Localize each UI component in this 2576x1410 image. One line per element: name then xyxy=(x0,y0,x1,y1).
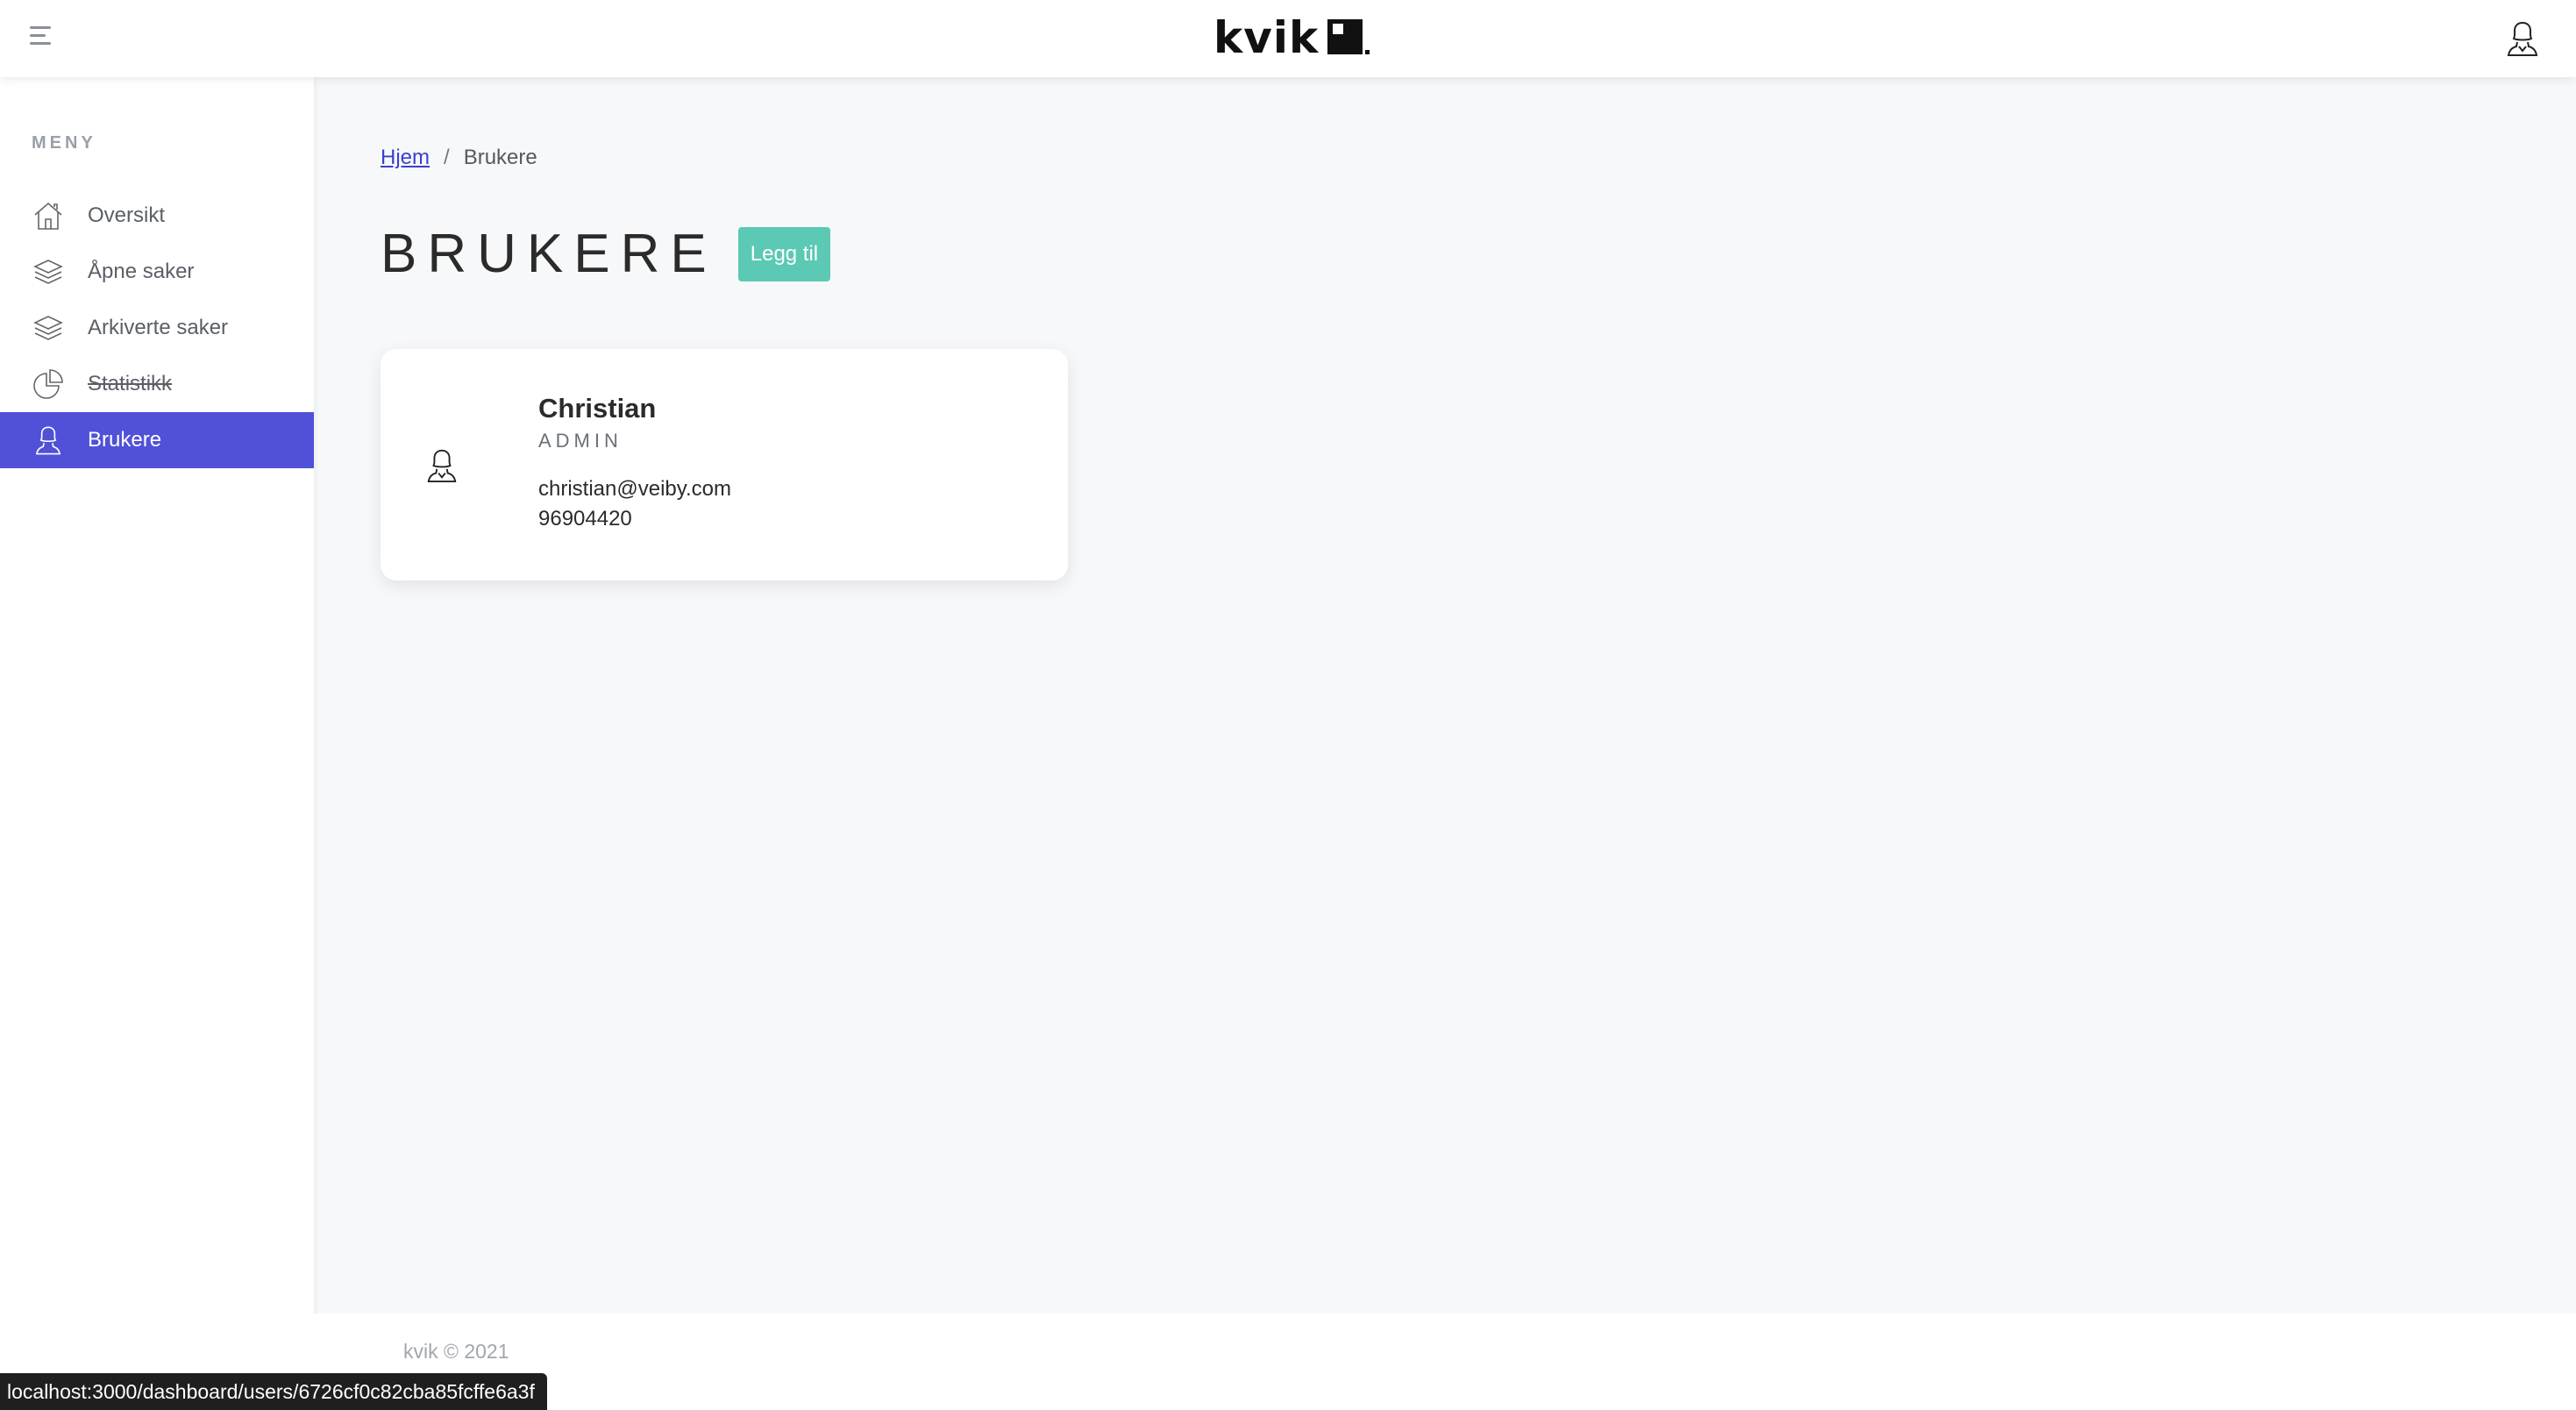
layers-icon xyxy=(32,311,65,345)
user-icon xyxy=(32,424,65,457)
sidebar-item-label: Åpne saker xyxy=(88,260,195,283)
logo-mark-icon xyxy=(1327,19,1363,54)
home-icon xyxy=(32,199,65,232)
page-title: BRUKERE xyxy=(381,224,717,284)
add-user-button[interactable]: Legg til xyxy=(737,226,831,281)
sidebar-item-oversikt[interactable]: Oversikt xyxy=(0,188,314,244)
logo-text: kvik xyxy=(1213,12,1320,63)
menu-heading: MENY xyxy=(32,133,96,153)
user-card[interactable]: Christian ADMIN christian@veiby.com 9690… xyxy=(381,349,1068,580)
hamburger-menu-icon[interactable] xyxy=(30,26,54,49)
logo-dot xyxy=(1365,50,1370,54)
user-avatar-icon xyxy=(424,447,459,484)
kvik-logo[interactable]: kvik xyxy=(1213,14,1370,61)
breadcrumb-current: Brukere xyxy=(463,146,537,169)
sidebar-item-statistikk[interactable]: Statistikk xyxy=(0,356,314,412)
status-bar-url: localhost:3000/dashboard/users/6726cf0c8… xyxy=(0,1373,547,1410)
sidebar: MENY Oversikt Åpne saker Arkiverte saker… xyxy=(0,77,314,1410)
user-role: ADMIN xyxy=(538,430,623,452)
account-user-icon[interactable] xyxy=(2504,19,2541,58)
sidebar-item-label: Statistikk xyxy=(88,372,173,395)
breadcrumb: Hjem / Brukere xyxy=(381,146,537,170)
breadcrumb-separator: / xyxy=(444,146,450,169)
footer-copyright: kvik © 2021 xyxy=(403,1340,509,1363)
main-content: Hjem / Brukere BRUKERE Legg til Christia… xyxy=(314,77,2576,1314)
footer: kvik © 2021 xyxy=(314,1314,2576,1410)
top-header: kvik xyxy=(0,0,2576,77)
sidebar-item-apne-saker[interactable]: Åpne saker xyxy=(0,244,314,300)
pie-chart-icon xyxy=(32,367,65,401)
sidebar-item-label: Oversikt xyxy=(88,203,166,227)
title-row: BRUKERE Legg til xyxy=(381,223,831,285)
breadcrumb-home-link[interactable]: Hjem xyxy=(381,146,430,170)
sidebar-item-arkiverte-saker[interactable]: Arkiverte saker xyxy=(0,300,314,356)
sidebar-item-brukere[interactable]: Brukere xyxy=(0,412,314,468)
sidebar-item-label: Brukere xyxy=(88,428,162,452)
user-phone: 96904420 xyxy=(538,507,632,531)
sidebar-item-label: Arkiverte saker xyxy=(88,316,229,339)
user-name: Christian xyxy=(538,393,657,424)
layers-icon xyxy=(32,255,65,288)
sidebar-nav: Oversikt Åpne saker Arkiverte saker Stat… xyxy=(0,188,314,468)
user-email: christian@veiby.com xyxy=(538,477,731,501)
